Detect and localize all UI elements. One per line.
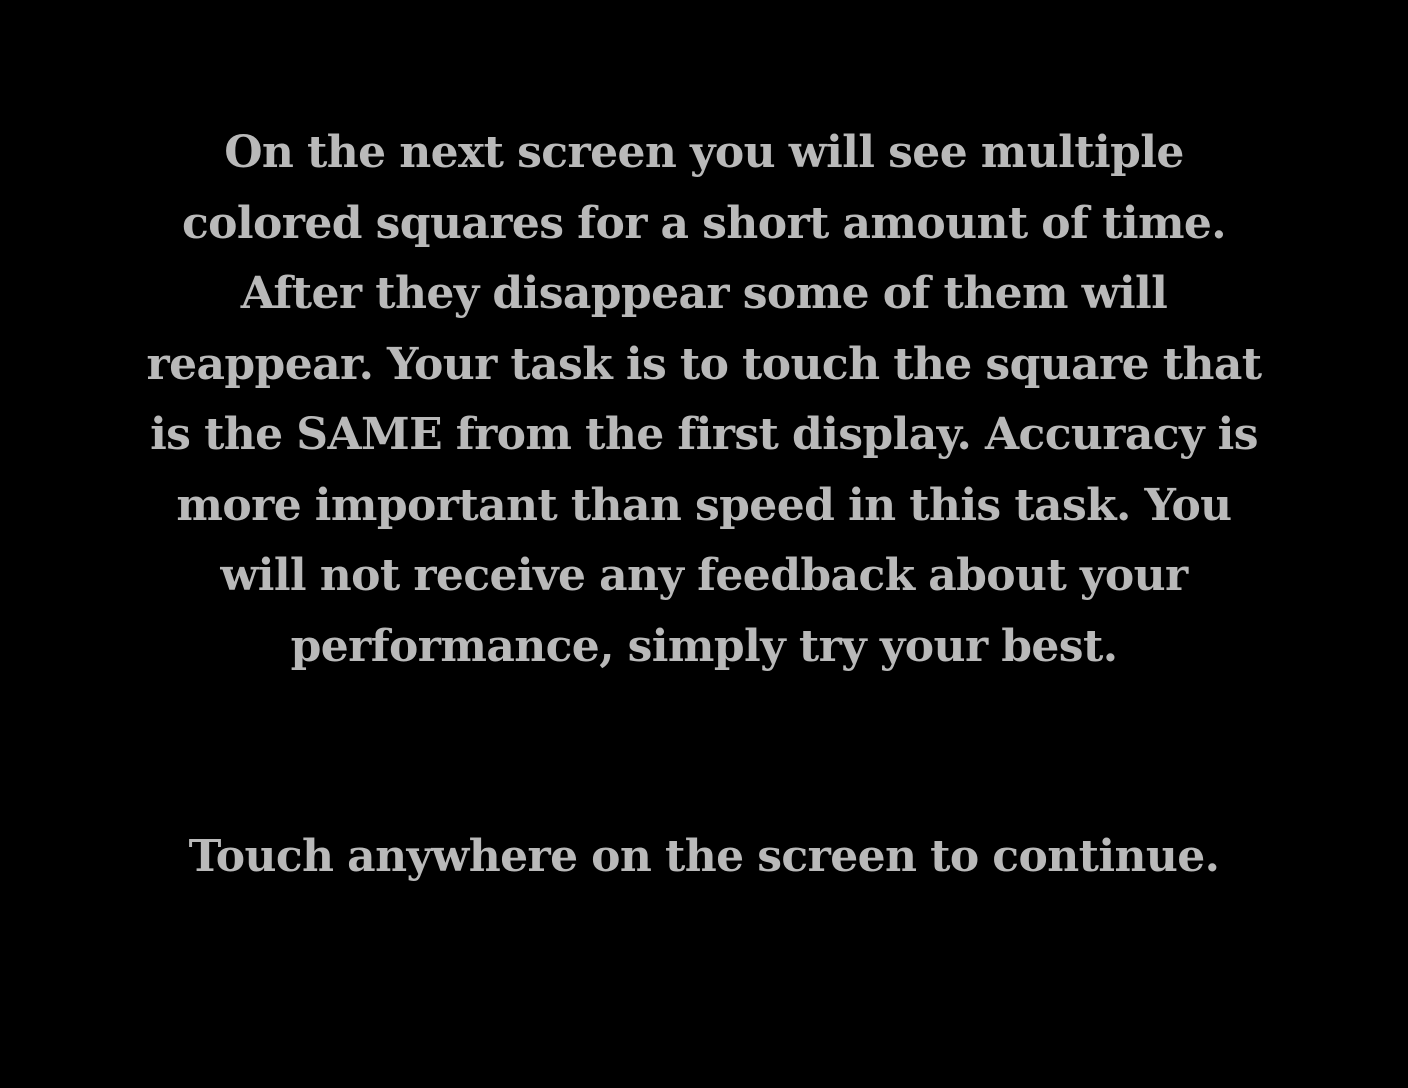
continue-prompt: Touch anywhere on the screen to continue… bbox=[188, 831, 1220, 882]
touch-to-continue-screen[interactable]: On the next screen you will see multiple… bbox=[0, 0, 1408, 1088]
instructions-text: On the next screen you will see multiple… bbox=[146, 127, 1263, 672]
